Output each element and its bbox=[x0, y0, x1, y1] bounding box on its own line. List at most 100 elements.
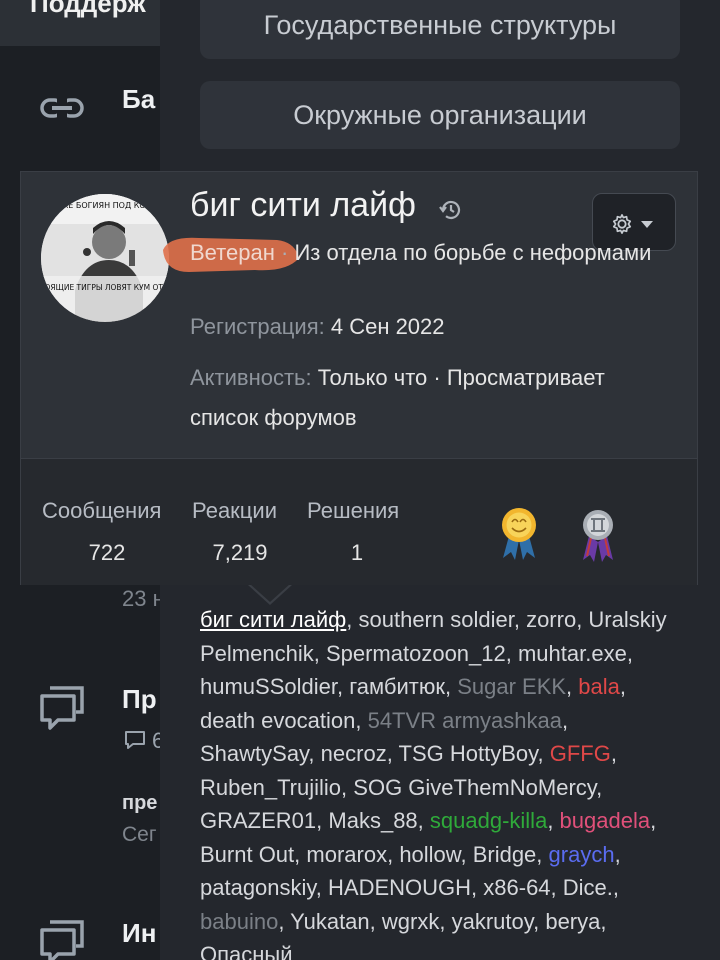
messages-label: Сообщения bbox=[42, 498, 162, 523]
online-user-link[interactable]: HADENOUGH bbox=[328, 875, 471, 900]
online-user-link[interactable]: Dice. bbox=[563, 875, 613, 900]
list-separator: , bbox=[315, 875, 329, 900]
online-user-link[interactable]: GFFG bbox=[550, 741, 611, 766]
list-separator: , bbox=[610, 741, 617, 766]
list-separator: , bbox=[619, 674, 626, 699]
list-separator: , bbox=[355, 707, 368, 733]
online-user-link[interactable]: berya bbox=[545, 909, 600, 934]
left-item-3-label[interactable]: Пр bbox=[122, 684, 157, 715]
online-user-link[interactable]: SOG GiveThemNoMercy bbox=[353, 775, 596, 800]
online-user-link[interactable]: 54TVR armyashkaa bbox=[368, 708, 562, 733]
online-user-link[interactable]: биг сити лайф bbox=[200, 607, 346, 632]
reactions-value[interactable]: 7,219 bbox=[192, 540, 288, 566]
left-item-1-label[interactable]: Ба bbox=[122, 84, 155, 115]
online-user-link[interactable]: Maks_88 bbox=[328, 808, 417, 833]
online-user-link[interactable]: morarox bbox=[306, 842, 387, 867]
online-user-link[interactable]: necroz bbox=[321, 741, 387, 766]
profile-location: Из отдела по борьбе с неформами bbox=[294, 240, 652, 265]
list-separator: , bbox=[386, 741, 399, 766]
profile-title-badge: Ветеран bbox=[190, 240, 275, 265]
online-user-link[interactable]: TSG HottyBoy bbox=[399, 741, 538, 766]
list-separator: , bbox=[600, 908, 607, 934]
chat-bubbles-icon bbox=[38, 918, 86, 960]
online-user-link[interactable]: muhtar.exe bbox=[518, 641, 627, 666]
online-user-link[interactable]: southern soldier bbox=[359, 607, 514, 632]
online-user-link[interactable]: гамбитюк bbox=[349, 674, 445, 699]
list-separator: , bbox=[547, 808, 560, 833]
list-separator: , bbox=[533, 908, 546, 934]
list-separator: , bbox=[439, 908, 452, 934]
menu-district-orgs-button[interactable]: Окружные организации bbox=[200, 81, 680, 149]
online-user-link[interactable]: hollow bbox=[399, 842, 460, 867]
online-user-link[interactable]: graych bbox=[549, 842, 615, 867]
left-header-text: Поддерж bbox=[30, 0, 146, 18]
online-user-link[interactable]: Spermatozoon_12 bbox=[326, 641, 506, 666]
left-item-3-count: 6 bbox=[152, 728, 160, 753]
list-separator: , bbox=[278, 908, 291, 934]
online-user-link[interactable]: patagonskiy bbox=[200, 875, 316, 900]
avatar[interactable]: ДЖАДЖЕ БОГИЯН ПОД КОШЛАКА НАСТОЯЩИЕ ТИГР… bbox=[41, 194, 169, 322]
online-user-link[interactable]: Sugar EKK bbox=[457, 674, 566, 699]
left-item-3-date: Сег bbox=[122, 823, 157, 846]
title-separator: · bbox=[281, 240, 289, 265]
menu-state-structures-button[interactable]: Государственные структуры bbox=[200, 0, 680, 59]
online-user-link[interactable]: squadg-killa bbox=[430, 808, 547, 833]
solutions-value[interactable]: 1 bbox=[307, 540, 407, 566]
list-separator: , bbox=[313, 640, 326, 666]
online-user-link[interactable]: wgrxk bbox=[382, 909, 439, 934]
left-item-2-time: 23 н bbox=[122, 586, 160, 611]
activity-row: Активность: Только что · Просматривает с… bbox=[190, 358, 670, 438]
online-user-link[interactable]: x86-64 bbox=[483, 875, 550, 900]
left-item-3-author[interactable]: пре bbox=[122, 792, 157, 815]
list-separator: , bbox=[566, 674, 579, 699]
list-separator: , bbox=[444, 674, 458, 699]
list-separator: , bbox=[369, 908, 382, 934]
list-separator: , bbox=[612, 875, 620, 900]
list-separator: , bbox=[505, 640, 518, 666]
list-separator: , bbox=[387, 841, 400, 867]
comment-icon bbox=[124, 730, 146, 755]
online-user-link[interactable]: humuSSoldier bbox=[200, 674, 337, 699]
list-separator: , bbox=[550, 875, 563, 900]
online-user-link[interactable]: GRAZER01 bbox=[200, 808, 316, 833]
registration-value: 4 Сен 2022 bbox=[330, 314, 445, 339]
messages-value[interactable]: 722 bbox=[42, 540, 172, 566]
list-separator: , bbox=[460, 841, 473, 867]
solutions-label: Решения bbox=[307, 498, 400, 523]
profile-username[interactable]: биг сити лайф bbox=[190, 186, 416, 225]
link-icon bbox=[40, 95, 84, 126]
registration-label: Регистрация: bbox=[190, 314, 325, 339]
gold-medal-trophy-icon[interactable] bbox=[497, 506, 541, 565]
left-header[interactable]: Поддерж bbox=[0, 0, 160, 46]
list-separator: , bbox=[471, 875, 484, 900]
online-user-link[interactable]: bala bbox=[578, 674, 620, 699]
reactions-label: Реакции bbox=[192, 498, 277, 523]
profile-card: ДЖАДЖЕ БОГИЯН ПОД КОШЛАКА НАСТОЯЩИЕ ТИГР… bbox=[20, 171, 698, 585]
online-user-link[interactable]: bugadela bbox=[560, 808, 651, 833]
list-separator: , bbox=[308, 741, 321, 766]
list-separator: , bbox=[336, 674, 350, 699]
silver-medal-trophy-icon[interactable] bbox=[577, 508, 619, 567]
avatar-caption-bottom: НАСТОЯЩИЕ ТИГРЫ ЛОВЯТ КУМ ОТ ГУФА bbox=[41, 283, 169, 292]
left-item-4-label[interactable]: Ин bbox=[122, 918, 156, 949]
online-user-link[interactable]: babuino bbox=[200, 909, 278, 934]
list-separator: , bbox=[650, 808, 657, 833]
online-user-link[interactable]: Ruben_Trujilio bbox=[200, 775, 341, 800]
online-user-link[interactable]: death evocation bbox=[200, 708, 355, 733]
list-separator: , bbox=[596, 774, 603, 800]
list-separator: , bbox=[614, 841, 621, 867]
list-separator: , bbox=[417, 808, 430, 833]
online-user-link[interactable]: Bridge bbox=[473, 842, 537, 867]
list-separator: , bbox=[346, 607, 359, 632]
online-user-link[interactable]: Опасный bbox=[200, 942, 293, 960]
list-separator: , bbox=[626, 640, 633, 666]
online-user-link[interactable]: Burnt Out bbox=[200, 842, 294, 867]
online-user-link[interactable]: yakrutoy bbox=[452, 909, 534, 934]
profile-title-line: Ветеран · Из отдела по борьбе с неформам… bbox=[190, 236, 660, 270]
list-separator: , bbox=[536, 841, 549, 867]
online-user-link[interactable]: ShawtySay bbox=[200, 741, 308, 766]
history-icon[interactable] bbox=[439, 198, 463, 227]
online-user-link[interactable]: Yukatan bbox=[290, 909, 370, 934]
chat-bubbles-icon bbox=[38, 684, 86, 735]
online-user-link[interactable]: zorro bbox=[526, 607, 576, 632]
